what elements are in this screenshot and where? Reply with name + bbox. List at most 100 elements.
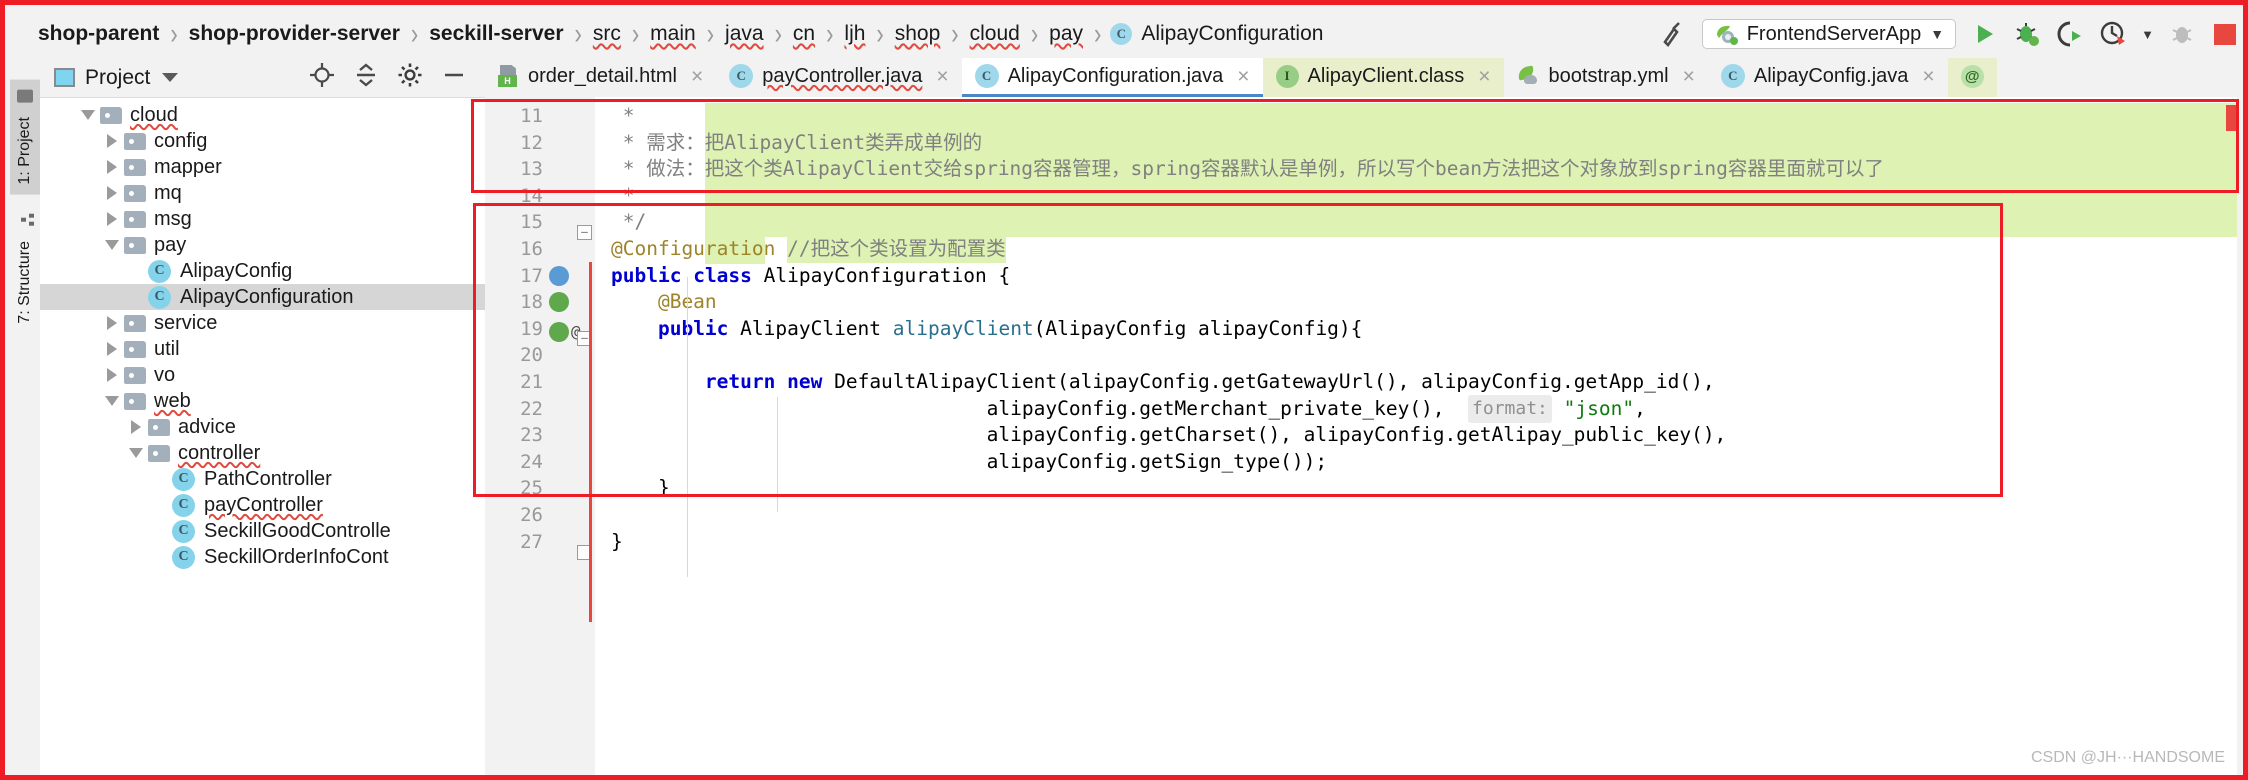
code-line[interactable]: [611, 342, 2243, 369]
attach-debugger-button[interactable]: [2167, 19, 2197, 49]
editor-tab-alipayclient-class[interactable]: I AlipayClient.class ×: [1262, 58, 1504, 97]
breadcrumb[interactable]: shop-parent › shop-provider-server › seckill…: [10, 10, 1325, 58]
gutter-marks[interactable]: @: [549, 319, 581, 346]
sidebar-item-structure[interactable]: 7: Structure: [10, 203, 40, 334]
code-line[interactable]: */: [611, 209, 2243, 236]
chevron-down-icon[interactable]: [162, 73, 179, 82]
locate-file-icon[interactable]: [309, 62, 335, 94]
collapse-all-icon[interactable]: [353, 62, 379, 94]
gutter-line[interactable]: 18: [485, 289, 595, 316]
tree-node-paycontroller[interactable]: CpayController: [40, 492, 485, 518]
chevron-right-icon[interactable]: [100, 134, 124, 148]
tree-node-web[interactable]: web: [40, 388, 485, 414]
breadcrumb-item-main[interactable]: main: [648, 10, 698, 58]
code-line[interactable]: alipayConfig.getSign_type());: [611, 449, 2243, 476]
close-icon[interactable]: ×: [1683, 66, 1695, 87]
chevron-down-icon[interactable]: [76, 110, 100, 120]
code-line[interactable]: return new DefaultAlipayClient(alipayCon…: [611, 369, 2243, 396]
profiler-dropdown-chevron-icon[interactable]: ▼: [2141, 27, 2154, 42]
chevron-down-icon[interactable]: ▼: [1930, 26, 1944, 42]
close-icon[interactable]: ×: [1237, 66, 1249, 87]
editor-tab-order-detail-html[interactable]: order_detail.html ×: [485, 58, 716, 97]
code-line[interactable]: public class AlipayConfiguration {: [611, 263, 2243, 290]
profiler-button[interactable]: [2098, 19, 2128, 49]
tree-node-pay[interactable]: pay: [40, 232, 485, 258]
gutter-line[interactable]: 26: [485, 502, 595, 529]
tree-node-util[interactable]: util: [40, 336, 485, 362]
code-line[interactable]: *: [611, 103, 2243, 130]
code-line[interactable]: * 需求：把AlipayClient类弄成单例的: [611, 130, 2243, 157]
breadcrumb-item-seckill-server[interactable]: seckill-server: [427, 10, 565, 58]
gutter-line[interactable]: 23: [485, 422, 595, 449]
code-text-area[interactable]: * * 需求：把AlipayClient类弄成单例的 * 做法：把这个类Alip…: [595, 97, 2243, 775]
tree-node-alipayconfiguration[interactable]: C AlipayConfiguration: [40, 284, 485, 310]
breadcrumb-item-shop-parent[interactable]: shop-parent: [36, 10, 161, 58]
breadcrumb-item-pay[interactable]: pay: [1047, 10, 1085, 58]
code-line[interactable]: }: [611, 529, 2243, 556]
editor-tab-alipayconfiguration-java[interactable]: C AlipayConfiguration.java ×: [961, 58, 1263, 97]
gutter-line[interactable]: 13: [485, 156, 595, 183]
tree-node-vo[interactable]: vo: [40, 362, 485, 388]
breadcrumb-item-src[interactable]: src: [591, 10, 623, 58]
gutter-line[interactable]: 24: [485, 449, 595, 476]
tree-node-alipayconfig[interactable]: C AlipayConfig: [40, 258, 485, 284]
breadcrumb-item-java[interactable]: java: [723, 10, 766, 58]
build-hammer-icon[interactable]: [1659, 19, 1689, 49]
code-line[interactable]: alipayConfig.getCharset(), alipayConfig.…: [611, 422, 2243, 449]
spring-bean-gutter-icon[interactable]: [549, 322, 569, 343]
gutter-line[interactable]: 22: [485, 396, 595, 423]
chevron-right-icon[interactable]: [100, 368, 124, 382]
sidebar-item-project[interactable]: 1: Project: [10, 80, 40, 195]
tree-node-pathcontroller[interactable]: C PathController: [40, 466, 485, 492]
gutter-line[interactable]: 20: [485, 342, 595, 369]
close-icon[interactable]: ×: [936, 66, 948, 87]
chevron-down-icon[interactable]: [100, 396, 124, 406]
gear-icon[interactable]: [397, 62, 423, 94]
close-icon[interactable]: ×: [1922, 66, 1934, 87]
breadcrumb-item-shop[interactable]: shop: [893, 10, 943, 58]
chevron-right-icon[interactable]: [100, 160, 124, 174]
editor-tab-paycontroller-java[interactable]: CpayController.java ×: [716, 58, 961, 97]
editor-scrollbar[interactable]: [2237, 97, 2243, 775]
breadcrumb-item-shop-provider-server[interactable]: shop-provider-server: [187, 10, 402, 58]
spring-config-gutter-icon[interactable]: [549, 265, 569, 286]
code-line[interactable]: [611, 502, 2243, 529]
gutter-line[interactable]: 12: [485, 130, 595, 157]
breadcrumb-item-cloud[interactable]: cloud: [968, 10, 1022, 58]
gutter-line[interactable]: 11: [485, 103, 595, 130]
run-with-coverage-button[interactable]: [2055, 19, 2085, 49]
editor-tab-bootstrap-yml[interactable]: bootstrap.yml ×: [1504, 58, 1708, 97]
tree-node-config[interactable]: config: [40, 128, 485, 154]
gutter-line[interactable]: 21: [485, 369, 595, 396]
gutter-line[interactable]: 14: [485, 183, 595, 210]
tree-node-mapper[interactable]: mapper: [40, 154, 485, 180]
gutter-marks[interactable]: [549, 265, 569, 286]
gutter-line[interactable]: 25: [485, 475, 595, 502]
breadcrumb-item-alipayconfiguration[interactable]: C AlipayConfiguration: [1110, 10, 1325, 58]
code-line[interactable]: @Configuration //把这个类设置为配置类: [611, 235, 2243, 263]
close-icon[interactable]: ×: [691, 66, 703, 87]
debug-button[interactable]: [2012, 19, 2042, 49]
stop-button[interactable]: [2210, 19, 2240, 49]
gutter-marks[interactable]: [549, 292, 569, 313]
code-line[interactable]: @Bean: [611, 289, 2243, 316]
code-line[interactable]: alipayConfig.getMerchant_private_key(), …: [611, 394, 2243, 424]
code-line[interactable]: * 做法：把这个类AlipayClient交给spring容器管理，spring…: [611, 156, 2243, 183]
chevron-right-icon[interactable]: [100, 212, 124, 226]
code-line[interactable]: *: [611, 183, 2243, 210]
editor-gutter[interactable]: 11 12 13 14 15 16 17 18 19 @20 21 22 23 24 25 26 27 – –: [485, 97, 595, 775]
chevron-down-icon[interactable]: [124, 448, 148, 458]
tree-node-service[interactable]: service: [40, 310, 485, 336]
code-fold-marker[interactable]: –: [577, 225, 592, 240]
close-icon[interactable]: ×: [1478, 66, 1490, 87]
run-button[interactable]: [1969, 19, 1999, 49]
chevron-down-icon[interactable]: [100, 240, 124, 250]
tree-node-seckillorderinfocont[interactable]: C SeckillOrderInfoCont: [40, 544, 485, 570]
tree-node-mq[interactable]: mq: [40, 180, 485, 206]
tree-node-seckillgoodcontrolle[interactable]: C SeckillGoodControlle: [40, 518, 485, 544]
editor-tab-alipayconfig-java[interactable]: C AlipayConfig.java ×: [1708, 58, 1948, 97]
chevron-right-icon[interactable]: [100, 316, 124, 330]
chevron-right-icon[interactable]: [100, 342, 124, 356]
tree-node-cloud[interactable]: cloud: [40, 102, 485, 128]
breadcrumb-item-cn[interactable]: cn: [791, 10, 817, 58]
